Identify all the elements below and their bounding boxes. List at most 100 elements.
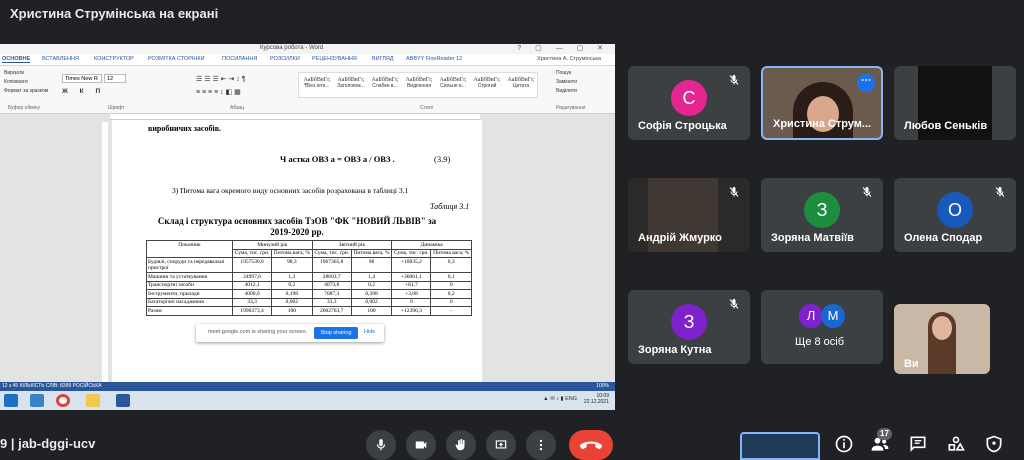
- participant-tile[interactable]: Андрій Жмурко: [628, 178, 750, 252]
- group-label: Шрифт: [108, 105, 125, 111]
- participant-count-badge: 17: [877, 428, 892, 440]
- participant-tile[interactable]: Любов Сеньків: [894, 66, 1016, 140]
- font-name-select[interactable]: Times New R: [62, 74, 102, 83]
- self-preview-thumbnail[interactable]: [740, 432, 820, 460]
- group-label: Стилі: [420, 105, 433, 111]
- align-icons[interactable]: ≡ ≡ ≡ ≡ ↕ ◧ ▦: [196, 88, 241, 96]
- avatar: М: [821, 304, 845, 328]
- self-view-tile[interactable]: Ви: [894, 304, 990, 374]
- style-item[interactable]: АаБбВвГг, Строгий: [469, 77, 505, 89]
- stop-sharing-button[interactable]: Stop sharing: [314, 327, 358, 339]
- table-cell: 98: [350, 257, 393, 273]
- present-icon: [495, 440, 507, 449]
- table-cell: 0,3: [430, 257, 472, 273]
- participant-name: Зоряна Матвіїв: [771, 232, 854, 244]
- word-icon[interactable]: [116, 394, 130, 407]
- group-label: Буфер обміну: [8, 105, 41, 111]
- table-cell: 0,198: [271, 289, 313, 299]
- style-item[interactable]: АаБбВвГг, Заголовок...: [333, 77, 369, 89]
- raise-hand-button[interactable]: [446, 430, 476, 460]
- zoom-level[interactable]: 100%: [596, 383, 609, 389]
- table-cell: 1,3: [271, 272, 313, 282]
- format-buttons[interactable]: Ж К П: [62, 88, 105, 95]
- cut-button[interactable]: Вирізати: [4, 70, 24, 76]
- table-cell: 100: [350, 306, 393, 316]
- more-participants-label: Ще 8 осіб: [795, 336, 845, 348]
- tab-abbyy[interactable]: ABBYY FineReader 12: [406, 56, 462, 62]
- replace-button[interactable]: Замінити: [556, 79, 577, 85]
- chat-icon[interactable]: [908, 434, 928, 454]
- word-status-bar: 12 з 45 КІЛЬКІСТЬ СЛІВ: 8389 РОСІЙСЬКА 1…: [0, 382, 615, 391]
- table-cell: Будівлі, споруди та передавальні пристро…: [146, 257, 233, 273]
- table-cell: +10035,2: [391, 257, 432, 273]
- microphone-icon: [376, 439, 386, 451]
- end-call-icon: [579, 441, 603, 450]
- group-label: Редагування: [556, 105, 586, 111]
- participant-tile[interactable]: О Олена Сподар: [894, 178, 1016, 252]
- hand-icon: [455, 438, 465, 451]
- window-controls[interactable]: ? ▢ — ▢ ✕: [517, 44, 609, 52]
- list-icons[interactable]: ☰ ☰ ☰ ⇤ ⇥ ↕ ¶: [196, 75, 246, 83]
- system-tray[interactable]: ▲ ✉ ♪ ▮ ENG: [543, 396, 577, 402]
- style-item[interactable]: АаБбВвГг, Цитата: [503, 77, 539, 89]
- tab-review[interactable]: РЕЦЕНЗУВАННЯ: [312, 56, 357, 62]
- format-painter-button[interactable]: Формат за зразком: [4, 88, 48, 94]
- participant-name: Ви: [904, 358, 919, 370]
- page-top-text: виробничих засобів.: [148, 124, 222, 133]
- present-button[interactable]: [486, 430, 516, 460]
- more-options-icon[interactable]: ⋯: [857, 74, 875, 92]
- chrome-icon[interactable]: [56, 394, 70, 407]
- ribbon-tabs: ОСНОВНЕ ВСТАВЛЕННЯ КОНСТРУКТОР РОЗМІТКА …: [0, 54, 615, 66]
- avatar: З: [671, 304, 707, 340]
- camera-button[interactable]: [406, 430, 436, 460]
- leave-call-button[interactable]: [569, 430, 613, 460]
- tab-insert[interactable]: ВСТАВЛЕННЯ: [42, 56, 79, 62]
- table-cell: 4012,1: [231, 280, 273, 290]
- style-item[interactable]: АаБбВвГг, Виділення: [401, 77, 437, 89]
- clock-date: 22.12.2021: [583, 399, 609, 405]
- share-banner: meet.google.com is sharing your screen. …: [196, 324, 384, 342]
- hide-button[interactable]: Hide: [364, 329, 375, 335]
- info-icon[interactable]: [834, 434, 854, 454]
- table-row: Транспортні засоби 4012,1 0,2 4073,8 0,2…: [146, 280, 472, 290]
- table-cell: 28603,7: [311, 272, 352, 282]
- share-banner-text: meet.google.com is sharing your screen.: [208, 329, 308, 335]
- participant-tile[interactable]: З Зоряна Кутна: [628, 290, 750, 364]
- more-vert-icon: [539, 439, 543, 451]
- table-cell: 1990373,4: [231, 306, 273, 316]
- folder-icon[interactable]: [86, 394, 100, 407]
- select-button[interactable]: Виділити: [556, 88, 577, 94]
- tab-mailings[interactable]: РОЗСИЛКИ: [270, 56, 300, 62]
- tab-view[interactable]: ВИГЛЯД: [372, 56, 394, 62]
- windows-start-icon[interactable]: [4, 394, 18, 407]
- avatar: О: [937, 192, 973, 228]
- presenter-bar: Христина Струмінська на екрані: [0, 0, 1024, 28]
- table-cell: 0,002: [350, 297, 393, 307]
- participant-tile[interactable]: С Софія Строцька: [628, 66, 750, 140]
- tab-references[interactable]: ПОСИЛАННЯ: [222, 56, 257, 62]
- more-participants-tile[interactable]: Л М Ще 8 осіб: [761, 290, 883, 364]
- table-cell: 0,1: [430, 272, 472, 282]
- host-controls-icon[interactable]: [984, 434, 1004, 454]
- explorer-icon[interactable]: [30, 394, 44, 407]
- participant-tile[interactable]: З Зоряна Матвіїв: [761, 178, 883, 252]
- participant-tile-active[interactable]: ⋯ Христина Струм...: [761, 66, 883, 140]
- style-item[interactable]: АаБбВвГг, ¶Без інте...: [299, 77, 335, 89]
- copy-button[interactable]: Копіювати: [4, 79, 28, 85]
- style-item[interactable]: АаБбВвГг, Сильне в...: [435, 77, 471, 89]
- tab-layout[interactable]: РОЗМІТКА СТОРІНКИ: [148, 56, 205, 62]
- participant-video: [992, 66, 1016, 140]
- more-options-button[interactable]: [526, 430, 556, 460]
- document-page[interactable]: виробничих засобів. Ч астка ОВЗ а = ОВЗ …: [112, 120, 482, 390]
- table-cell: 33,3: [231, 297, 273, 307]
- tab-design[interactable]: КОНСТРУКТОР: [94, 56, 134, 62]
- microphone-button[interactable]: [366, 430, 396, 460]
- tab-home[interactable]: ОСНОВНЕ: [2, 56, 31, 63]
- style-item[interactable]: АаБбВвГг, Слабке в...: [367, 77, 403, 89]
- font-size-select[interactable]: 12: [104, 74, 126, 83]
- find-button[interactable]: Пошук: [556, 70, 571, 76]
- avatar: Л: [799, 304, 823, 328]
- table-cell: 100: [271, 306, 313, 316]
- activities-icon[interactable]: [946, 434, 966, 454]
- ribbon: Вирізати Копіювати Формат за зразком Tim…: [0, 66, 615, 114]
